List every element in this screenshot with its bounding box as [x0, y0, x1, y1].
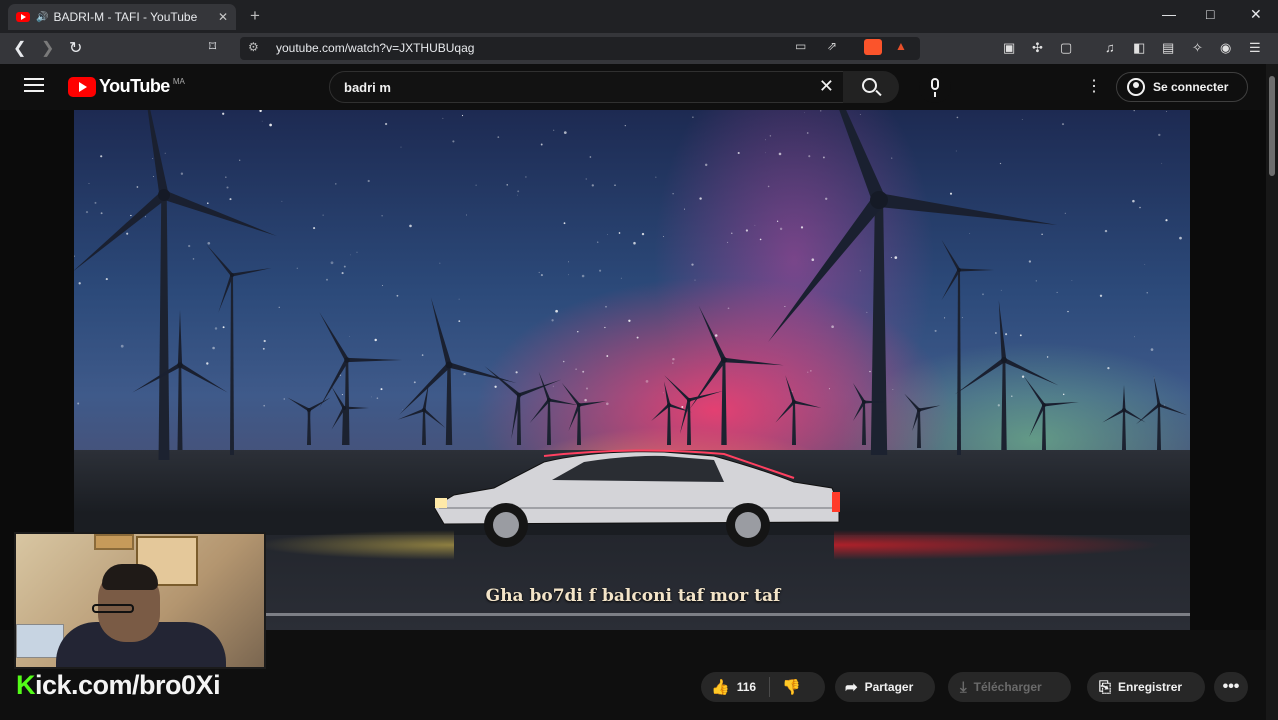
youtube-logo[interactable]: YouTube MA [68, 76, 185, 97]
dislike-icon[interactable]: 👎 [782, 678, 801, 696]
search-input[interactable]: badri m ✕ [329, 71, 849, 103]
clear-search-icon[interactable]: ✕ [819, 76, 834, 97]
settings-more-icon[interactable]: ⋮ [1086, 76, 1102, 96]
streamer-hair [102, 564, 158, 590]
sign-in-button[interactable]: Se connecter [1116, 72, 1248, 102]
address-bar[interactable]: ⚙ youtube.com/watch?v=JXTHUBUqag [240, 37, 920, 60]
share-label: Partager [864, 680, 914, 694]
brave-rewards-icon[interactable]: ▲ [895, 39, 907, 53]
scrollbar-thumb[interactable] [1269, 76, 1275, 176]
save-playlist-icon: ⎘ [1099, 678, 1112, 696]
guide-menu-icon[interactable] [24, 78, 44, 92]
leo-ai-icon[interactable]: ✧ [1192, 40, 1203, 56]
share-page-icon[interactable]: ⇗ [827, 39, 837, 53]
save-label: Enregistrer [1118, 680, 1183, 694]
screenshot-icon[interactable]: ▢ [1060, 40, 1072, 56]
back-arrow-icon[interactable]: ❮ [13, 38, 26, 58]
brave-shields-icon[interactable] [864, 39, 882, 55]
search-icon [862, 78, 877, 93]
more-actions-button[interactable]: ••• [1214, 672, 1248, 702]
youtube-logo-text: YouTube [99, 76, 170, 96]
sign-in-label: Se connecter [1153, 80, 1229, 94]
microphone-icon [931, 78, 939, 90]
wall-picture-small [94, 534, 134, 550]
forward-arrow-icon[interactable]: ❯ [41, 38, 54, 58]
streamer-glasses [92, 604, 134, 613]
video-actions: 👍 116 👎 ➦ Partager ⤓ Télécharger ⎘ Enreg… [0, 660, 1266, 720]
new-tab-button[interactable]: + [250, 6, 260, 26]
reload-icon[interactable]: ↻ [69, 38, 82, 58]
microphone-stand [934, 92, 936, 97]
download-button[interactable]: ⤓ Télécharger [948, 672, 1071, 702]
bookmark-icon[interactable]: ⌑ [209, 38, 216, 55]
speaker-icon[interactable]: 🔊 [36, 12, 48, 23]
menu-icon[interactable]: ☰ [1249, 40, 1261, 56]
url-text: youtube.com/watch?v=JXTHUBUqag [276, 41, 475, 55]
download-label: Télécharger [973, 680, 1042, 694]
like-icon[interactable]: 👍 [711, 678, 730, 696]
like-dislike-group: 👍 116 👎 [701, 672, 825, 702]
webcam-overlay [14, 532, 266, 669]
site-info-icon[interactable]: ⚙ [248, 40, 259, 54]
extension-icon[interactable]: ▣ [1003, 40, 1015, 56]
browser-tab-bar: 🔊 BADRI-M - TAFI - YouTube ✕ + — □ ✕ [0, 0, 1278, 33]
share-button[interactable]: ➦ Partager [835, 672, 935, 702]
account-icon [1127, 78, 1145, 96]
youtube-header: YouTube MA badri m ✕ ⋮ Se connecter [0, 64, 1278, 110]
minimize-button[interactable]: — [1162, 6, 1176, 22]
puzzle-icon[interactable]: ✣ [1032, 40, 1043, 56]
maximize-button[interactable]: □ [1206, 6, 1214, 22]
sidebar-icon[interactable]: ◧ [1133, 40, 1145, 56]
wallet-icon[interactable]: ▤ [1162, 40, 1174, 56]
voice-search-button[interactable] [919, 71, 951, 103]
music-icon[interactable]: ♫ [1105, 40, 1115, 55]
country-code: MA [172, 77, 185, 86]
youtube-favicon-icon [16, 12, 30, 22]
tab-close-icon[interactable]: ✕ [218, 10, 228, 24]
search-button[interactable] [843, 71, 899, 103]
share-icon: ➦ [845, 679, 858, 696]
download-icon: ⤓ [960, 678, 967, 696]
tab-title: BADRI-M - TAFI - YouTube [53, 10, 198, 24]
like-count[interactable]: 116 [737, 680, 756, 694]
vpn-icon[interactable]: ◉ [1220, 40, 1231, 56]
window-close-button[interactable]: ✕ [1250, 6, 1262, 23]
browser-toolbar: ❮ ❯ ↻ ⌑ ⚙ youtube.com/watch?v=JXTHUBUqag… [0, 33, 1278, 64]
page-scrollbar[interactable] [1266, 64, 1278, 720]
search-query: badri m [344, 80, 391, 95]
save-button[interactable]: ⎘ Enregistrer [1087, 672, 1205, 702]
browser-tab[interactable]: 🔊 BADRI-M - TAFI - YouTube ✕ [8, 4, 236, 30]
cast-icon[interactable]: ▭ [795, 39, 806, 53]
youtube-play-icon [68, 76, 96, 97]
like-divider [769, 677, 771, 697]
